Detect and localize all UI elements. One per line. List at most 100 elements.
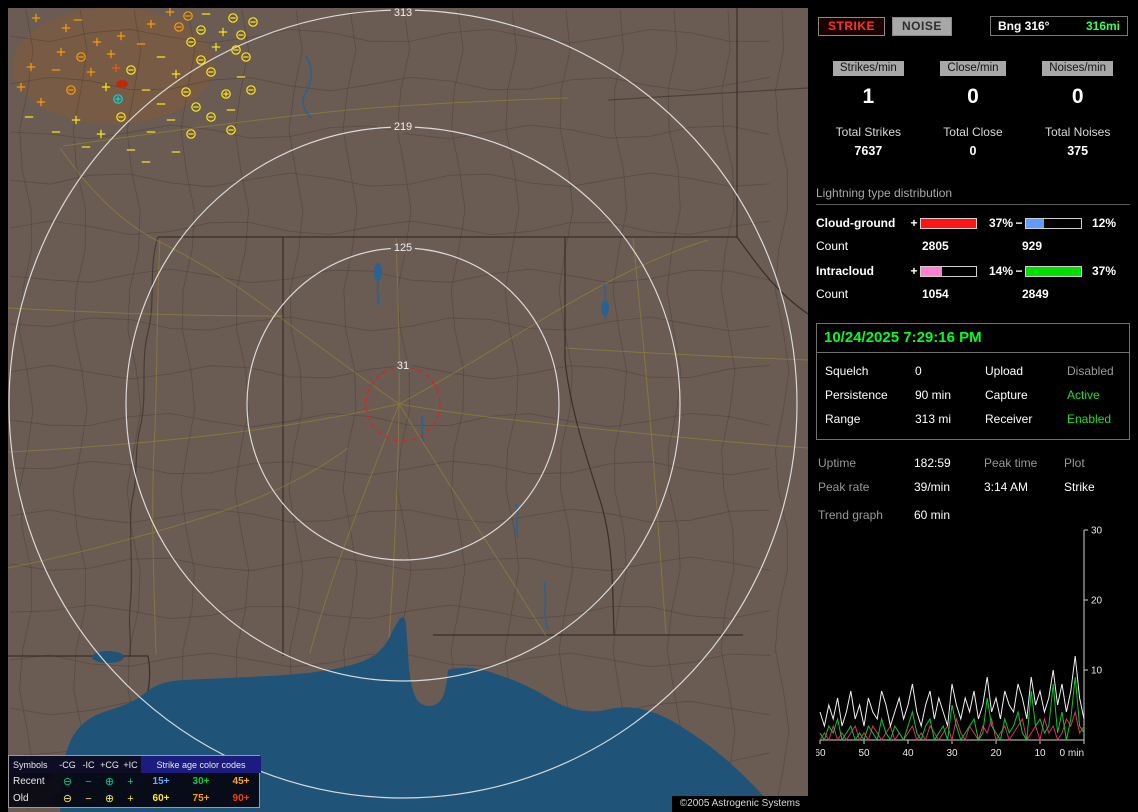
range-ring-label: 125 — [390, 242, 416, 254]
strikes-per-min-label: Strikes/min — [832, 61, 904, 76]
cloud-ground-row: Cloud-ground + 37% − 12% — [816, 216, 1130, 230]
intense-cell-marker — [116, 80, 128, 88]
cg-minus-icon: ⊖ — [62, 793, 73, 805]
lightning-map[interactable]: 313 219 125 31 Symbols -CG -IC +CG +IC S… — [8, 8, 808, 812]
total-close: Total Close 0 — [921, 125, 1026, 158]
plot-value: Strike — [1064, 480, 1095, 494]
ic-positive-count: 1054 — [922, 287, 949, 301]
receiver-label: Receiver — [985, 412, 1033, 426]
persistence-label: Persistence — [825, 388, 888, 402]
total-strikes-value: 7637 — [854, 144, 883, 158]
strike-indicator-button[interactable]: STRIKE — [818, 16, 886, 36]
age-code: 15+ — [152, 776, 170, 787]
plus-sign: + — [910, 216, 918, 230]
legend-col-pos-cg: +CG — [99, 756, 120, 773]
peak-rate-value: 39/min — [914, 480, 951, 494]
trend-graph-value: 60 min — [914, 508, 951, 522]
count-label: Count — [816, 239, 849, 253]
intracloud-row: Intracloud + 14% − 37% — [816, 264, 1130, 278]
plus-sign: + — [910, 264, 918, 278]
upload-label: Upload — [985, 364, 1024, 378]
legend-age-header: Strike age color codes — [141, 756, 261, 773]
ic-positive-pct: 14% — [988, 264, 1013, 278]
svg-text:10: 10 — [1034, 748, 1046, 759]
trend-graph-row: Trend graph 60 min — [816, 508, 1130, 522]
svg-text:20: 20 — [990, 748, 1002, 759]
receiver-status-grid: Squelch 0 Upload Disabled Persistence 90… — [817, 353, 1129, 439]
close-per-min-value: 0 — [967, 85, 979, 108]
age-code: 90+ — [232, 793, 250, 804]
bearing-distance: 316mi — [1085, 19, 1120, 33]
distribution-title: Lightning type distribution — [816, 186, 1130, 205]
lake — [601, 300, 609, 316]
uptime-value: 182:59 — [914, 456, 951, 470]
session-stats-grid: Uptime 182:59 Peak time Plot Peak rate 3… — [816, 456, 1130, 494]
age-code: 60+ — [152, 793, 170, 804]
plot-label: Plot — [1064, 456, 1085, 470]
cloud-ground-label: Cloud-ground — [816, 216, 896, 230]
close-per-min-label: Close/min — [940, 61, 1006, 76]
copyright-text: ©2005 Astrogenic Systems — [671, 796, 808, 812]
ic-negative-bar — [1025, 265, 1082, 277]
persistence-value: 90 min — [915, 388, 952, 402]
legend-col-neg-cg: -CG — [57, 756, 78, 773]
datetime-display: 10/24/2025 7:29:16 PM — [817, 324, 1129, 353]
ic-negative-pct: 37% — [1091, 264, 1116, 278]
close-per-min: Close/min 0 — [921, 60, 1026, 109]
cg-plus-icon: ⊕ — [104, 776, 115, 788]
total-noises-value: 375 — [1067, 144, 1089, 158]
squelch-value: 0 — [915, 364, 922, 378]
ic-minus-icon: − — [85, 775, 92, 788]
cg-positive-count: 2805 — [922, 239, 949, 253]
ic-plus-icon: + — [127, 775, 134, 788]
svg-text:30: 30 — [946, 748, 958, 759]
range-value: 313 mi — [915, 412, 952, 426]
svg-text:0 min: 0 min — [1060, 748, 1084, 759]
cg-negative-pct: 12% — [1091, 216, 1116, 230]
total-strikes: Total Strikes 7637 — [816, 125, 921, 158]
ic-plus-icon: + — [127, 792, 134, 805]
squelch-label: Squelch — [825, 364, 869, 378]
svg-text:30: 30 — [1091, 526, 1103, 537]
status-panel: STRIKE NOISE Bng 316° 316mi Strikes/min … — [814, 8, 1130, 804]
ic-minus-icon: − — [85, 792, 92, 805]
cg-minus-icon: ⊖ — [62, 776, 73, 788]
intracloud-label: Intracloud — [816, 264, 875, 278]
peak-time-label: Peak time — [984, 456, 1038, 470]
receiver-value: Enabled — [1067, 412, 1112, 426]
age-code: 45+ — [232, 776, 250, 787]
upload-value: Disabled — [1067, 364, 1114, 378]
svg-text:40: 40 — [902, 748, 914, 759]
total-noises-label: Total Noises — [1044, 125, 1111, 139]
cg-plus-icon: ⊕ — [104, 793, 115, 805]
rates-row: Strikes/min 1 Close/min 0 Noises/min 0 — [816, 60, 1130, 109]
cg-positive-pct: 37% — [988, 216, 1013, 230]
noises-per-min-value: 0 — [1071, 85, 1084, 108]
ic-negative-count: 2849 — [1022, 287, 1049, 301]
uptime-label: Uptime — [818, 456, 857, 470]
noises-per-min: Noises/min 0 — [1025, 60, 1130, 109]
svg-text:10: 10 — [1091, 666, 1103, 677]
strikes-per-min-value: 1 — [862, 85, 875, 108]
cg-negative-count: 929 — [1022, 239, 1043, 253]
ic-positive-bar — [920, 265, 977, 277]
indicator-row: STRIKE NOISE Bng 316° 316mi — [818, 16, 1128, 36]
capture-label: Capture — [985, 388, 1028, 402]
minus-sign: − — [1015, 264, 1023, 278]
strikes-per-min: Strikes/min 1 — [816, 60, 921, 109]
range-ring-label: 31 — [393, 360, 413, 372]
lake — [374, 263, 382, 281]
bearing-display: Bng 316° 316mi — [990, 16, 1128, 36]
noise-indicator-button[interactable]: NOISE — [892, 16, 952, 36]
legend-recent-label: Recent — [13, 776, 45, 787]
legend-col-neg-ic: -IC — [78, 756, 99, 773]
age-code: 30+ — [192, 776, 210, 787]
cloud-ground-counts: Count 2805 929 — [816, 239, 1130, 253]
totals-row: Total Strikes 7637 Total Close 0 Total N… — [816, 125, 1130, 158]
minus-sign: − — [1015, 216, 1023, 230]
total-noises: Total Noises 375 — [1025, 125, 1130, 158]
range-ring-label: 313 — [390, 8, 416, 19]
peak-rate-label: Peak rate — [818, 480, 870, 494]
total-close-label: Total Close — [943, 125, 1003, 139]
total-close-value: 0 — [969, 144, 977, 158]
